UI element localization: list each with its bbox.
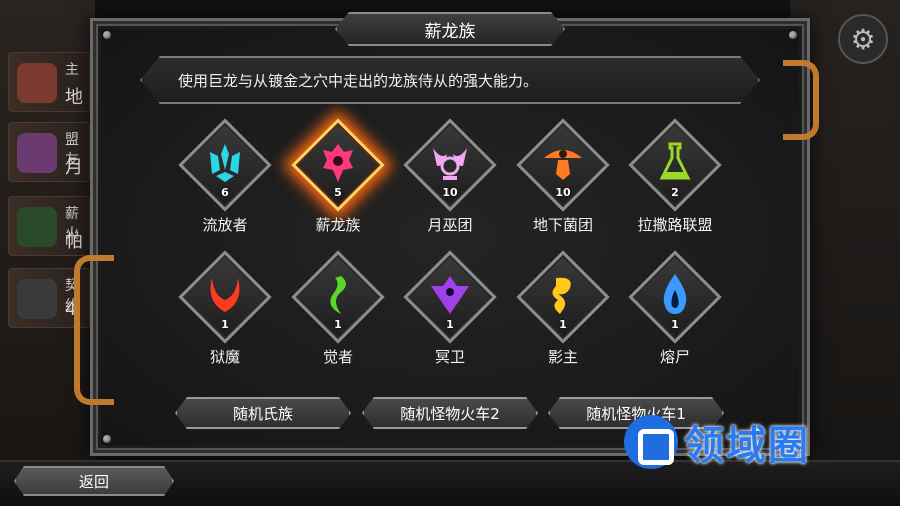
tribe-count: 10 — [442, 186, 458, 199]
back-button[interactable]: 返回 — [14, 466, 174, 496]
card-art — [17, 133, 57, 173]
pyreborne-emblem-icon — [315, 140, 361, 186]
card-value: 月 — [65, 157, 83, 178]
background-card: 薪火 帕 — [8, 196, 90, 256]
tribe-name: 影主 — [547, 348, 578, 366]
awoken-emblem-icon — [315, 272, 361, 318]
watermark-logo-icon — [624, 415, 678, 469]
tribe-umbra[interactable]: 1 影主 — [513, 250, 613, 370]
tribe-name: 拉撒路联盟 — [637, 216, 713, 234]
watermark: 领域圈 — [624, 414, 874, 470]
background-card: 主 地 — [8, 52, 90, 112]
card-art — [17, 63, 57, 103]
underlegion-emblem-icon — [540, 140, 586, 186]
lazarus-league-emblem-icon — [652, 140, 698, 186]
melting-remnant-emblem-icon — [652, 272, 698, 318]
tribe-name: 熔尸 — [659, 348, 690, 366]
tribe-underlegion[interactable]: 10 地下菌团 — [513, 118, 613, 238]
rivet-icon — [789, 31, 797, 39]
tribe-melting-remnant[interactable]: 1 熔尸 — [625, 250, 725, 370]
exiles-emblem-icon — [202, 140, 248, 186]
modal-title: 薪龙族 — [335, 12, 565, 46]
tribe-count: 1 — [559, 318, 567, 331]
card-value: 地 — [65, 87, 83, 108]
hellhorned-emblem-icon — [202, 272, 248, 318]
stygian-guard-emblem-icon — [427, 272, 473, 318]
background-card: 盟友 月 — [8, 122, 90, 182]
rivet-icon — [103, 31, 111, 39]
tribe-exiles[interactable]: 6 流放者 — [175, 118, 275, 238]
tribe-name: 流放者 — [202, 216, 248, 234]
tribe-lazarus-league[interactable]: 2 拉撒路联盟 — [625, 118, 725, 238]
tribe-count: 2 — [671, 186, 679, 199]
umbra-emblem-icon — [540, 272, 586, 318]
watermark-text: 领域圈 — [684, 423, 810, 469]
tribe-hellhorned[interactable]: 1 狱魔 — [175, 250, 275, 370]
tribe-name: 觉者 — [322, 348, 353, 366]
tribe-luna-coven[interactable]: 10 月巫团 — [400, 118, 500, 238]
tribe-count: 1 — [334, 318, 342, 331]
tribe-count: 10 — [555, 186, 571, 199]
tribe-name: 狱魔 — [209, 348, 240, 366]
luna-coven-emblem-icon — [427, 140, 473, 186]
tribe-pyreborne[interactable]: 5 薪龙族 — [288, 118, 388, 238]
random-tribe-button[interactable]: 随机氏族 — [175, 397, 351, 429]
tribe-name: 地下菌团 — [532, 216, 593, 234]
card-art — [17, 207, 57, 247]
tribe-name: 月巫团 — [427, 216, 473, 234]
tribe-count: 5 — [334, 186, 342, 199]
settings-gear-icon[interactable]: ⚙ — [838, 14, 888, 64]
tribe-count: 1 — [221, 318, 229, 331]
copper-pipe-decoration — [74, 255, 114, 405]
tribe-name: 薪龙族 — [315, 216, 361, 234]
rivet-icon — [103, 435, 111, 443]
copper-pipe-decoration — [783, 60, 819, 140]
tribe-awoken[interactable]: 1 觉者 — [288, 250, 388, 370]
tribe-count: 6 — [221, 186, 229, 199]
tribe-name: 冥卫 — [434, 348, 465, 366]
description-text: 使用巨龙与从镀金之穴中走出的龙族侍从的强大能力。 — [178, 71, 539, 90]
card-value: 帕 — [65, 231, 83, 252]
tribe-count: 1 — [446, 318, 454, 331]
tribe-count: 1 — [671, 318, 679, 331]
card-art — [17, 279, 57, 319]
card-label: 主 — [65, 62, 79, 78]
tribe-stygian-guard[interactable]: 1 冥卫 — [400, 250, 500, 370]
tribe-description: 使用巨龙与从镀金之穴中走出的龙族侍从的强大能力。 — [140, 56, 760, 104]
random-monster-train-2-button[interactable]: 随机怪物火车2 — [362, 397, 538, 429]
